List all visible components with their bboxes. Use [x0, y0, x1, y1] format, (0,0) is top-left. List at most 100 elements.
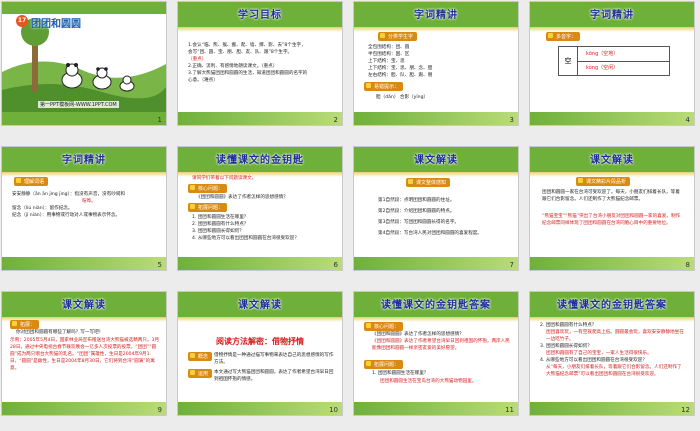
section-tag: 拓展问题： [188, 203, 228, 212]
slide-thumbnail-6[interactable]: 读懂课文的金钥匙 请同学们带着以下问题读课文。 核心问题： 《团团和圆圆》表达了… [178, 147, 342, 270]
section-tag: 核心问题： [364, 322, 404, 331]
slide-bottom-band [530, 257, 694, 270]
section-tag: 核心问题： [188, 184, 228, 193]
question-item: 1. 团团和圆圆生活在哪里？ [192, 215, 249, 220]
section-tag: 理解词语 [14, 177, 49, 186]
slide-number: 6 [333, 261, 338, 269]
concept-text: 借物抒情是一种通过描写事物来表达自己的思想感情的写作方法。 [214, 353, 334, 365]
core-question: 《团团和圆圆》表达了作者怎样的思想感情？ [372, 332, 464, 337]
paragraph-summary: 第2自然段：介绍团团和圆圆的特点。 [378, 209, 455, 214]
intro-text: 请同学们带着以下问题读课文。 [192, 176, 257, 181]
slide-thumbnail-1[interactable]: 17 团团和圆圆 第一PPT模板网-WWW.1PPT.COM 1 [2, 2, 166, 125]
core-answer: 《团团和圆圆》表达了作者希望台湾早日回到祖国的怀抱，两岸人民能像团团和圆圆一样亲… [372, 339, 510, 351]
structure-row: 上下结构：宝、思、朋、念、胆 [368, 66, 433, 71]
structure-row: 上下结构：宝、思 [368, 59, 405, 64]
answer-item: 团团和圆圆生活在宝岛台湾的大熊猫动物园里。 [380, 379, 477, 384]
slide-thumbnail-11[interactable]: 读懂课文的金钥匙答案 核心问题： 《团团和圆圆》表达了作者怎样的思想感情？ 《团… [354, 292, 518, 415]
goal-line: 3.了解大熊猫团团和圆圆的生活，知道团团和圆圆的名字的 [188, 71, 308, 76]
slide-thumbnail-9[interactable]: 课文解读 拓展： 你对团团和圆圆有哪些了解吗？写一写吧！ 示例：2005年5月4… [2, 292, 166, 415]
slide-thumbnail-10[interactable]: 课文解读 阅读方法解密：借物抒情 概念 借物抒情是一种通过描写事物来表达自己的思… [178, 292, 342, 415]
reading-row: kòng（空闲） [586, 65, 619, 71]
section-tag: 概念 [188, 352, 213, 361]
method-headline: 阅读方法解密：借物抒情 [216, 337, 304, 346]
section-tag: 运用 [188, 369, 213, 378]
paragraph-summary: 第4自然段：写台湾人民对团团和圆圆的喜爱程度。 [378, 231, 482, 236]
slide-bottom-band [178, 257, 342, 270]
character-structure-list: 全包围结构：团、圆 半包围结构：国、区 上下结构：宝、思 上下结构：宝、思、朋、… [368, 44, 432, 79]
slide-number: 10 [329, 406, 338, 414]
section-tag: 拓展问题： [364, 360, 404, 369]
slide-bottom-band [530, 112, 694, 125]
question-item: 2. 团团和圆圆有什么特点？ [540, 323, 597, 328]
slide-bottom-band [178, 402, 342, 415]
question-item: 4. 从哪些地方可以看出团团和圆圆在台湾很受欢迎？ [192, 236, 299, 241]
slide-bottom-band [2, 402, 166, 415]
slide-title: 字词精讲 [414, 10, 458, 21]
slide-title: 课文解读 [414, 155, 458, 166]
slide-number: 4 [685, 116, 690, 124]
goal-line: 2.正确、流利、有感情地朗读课文。（重点） [188, 64, 278, 69]
slide-bottom-band [530, 402, 694, 415]
slide-title: 读懂课文的金钥匙 [216, 155, 304, 166]
answer-item: 团团喜欢玩，一有空就爬高上低。圆圆最会玩，喜欢安安静静地坐在一边吃竹子。 [546, 330, 684, 342]
slide-title: 课文解读 [62, 300, 106, 311]
slide-title: 字词精讲 [590, 10, 634, 21]
slide-title: 课文解读 [238, 300, 282, 311]
paragraph-summary: 第1自然段：点明团团和圆圆的住址。 [378, 198, 455, 203]
vocab-line: 留念（liú niàn）：留作纪念。 [12, 206, 73, 211]
pinyin-line: 胆（dǎn） 合影（yǐng） [376, 95, 429, 100]
excerpt-paragraph: 团团和圆圆一家在台湾可受欢迎了。每天，小朋友们排着长队，等着跟它们合影留念。人们… [542, 190, 680, 202]
slide-title: 课文解读 [590, 155, 634, 166]
slide-number: 3 [509, 116, 514, 124]
slide-title: 学习目标 [238, 10, 282, 21]
polyphone-table: 空 kōng（空地） kòng（空闲） [558, 46, 670, 76]
lesson-number-badge: 17 [16, 15, 28, 27]
slide-bottom-band [2, 257, 166, 270]
slide-number: 11 [505, 406, 514, 414]
qa-list: 2. 团团和圆圆有什么特点？ 团团喜欢玩，一有空就爬高上低。圆圆最会玩，喜欢安安… [540, 322, 686, 378]
slide-number: 5 [157, 261, 162, 269]
question-item: 3. 团团和圆圆长得如何？ [540, 344, 592, 349]
slide-bottom-band [354, 402, 518, 415]
paragraph-summary: 第3自然段：写团团和圆圆长得的名字。 [378, 220, 460, 225]
core-question: 《团团和圆圆》表达了作者怎样的思想感情？ [196, 195, 288, 200]
slide-thumbnail-8[interactable]: 课文解读 课文精彩片段品析 团团和圆圆一家在台湾可受欢迎了。每天，小朋友们排着长… [530, 147, 694, 270]
slide-thumbnail-12[interactable]: 读懂课文的金钥匙答案 2. 团团和圆圆有什么特点？ 团团喜欢玩，一有空就爬高上低… [530, 292, 694, 415]
section-tag: 分类学生字 [378, 32, 418, 41]
section-tag: 多音字： [546, 32, 581, 41]
section-tag: 课文精彩片段品析 [576, 177, 631, 186]
slide-thumbnail-5[interactable]: 字词精讲 理解词语 安安静静（ān ān jìng jìng）：指没有声音，没有… [2, 147, 166, 270]
slide-thumbnail-2[interactable]: 学习目标 1.会认“临、熊、猴、搬、爬、墙、撑、影、去”8个生字， 会写“团、圆… [178, 2, 342, 125]
slide-thumbnail-4[interactable]: 字词精讲 多音字： 空 kōng（空地） kòng（空闲） 4 [530, 2, 694, 125]
slide-number: 2 [333, 116, 338, 124]
extension-question: 你对团团和圆圆有哪些了解吗？写一写吧！ [16, 330, 104, 335]
section-tag: 易错提示： [364, 82, 404, 91]
slide-thumbnail-7[interactable]: 课文解读 课文整体感知 第1自然段：点明团团和圆圆的住址。 第2自然段：介绍团团… [354, 147, 518, 270]
reading-row: kōng（空地） [578, 47, 669, 62]
goal-line: （重点） [188, 57, 207, 62]
slide-number: 8 [685, 261, 690, 269]
goal-line: 心意。（难点） [188, 78, 218, 83]
slide-number: 7 [509, 261, 514, 269]
structure-row: 左右结构：胆、队、胆、跟、朋 [368, 73, 433, 78]
vocab-line: 喧哗。 [82, 199, 96, 204]
vocab-line: 纪念（jì niàn）：用事物或行动对人或事物表示怀念。 [12, 213, 121, 218]
slide-number: 9 [157, 406, 162, 414]
slide-thumbnail-3[interactable]: 字词精讲 分类学生字 全包围结构：团、圆 半包围结构：国、区 上下结构：宝、思 … [354, 2, 518, 125]
slide-number: 12 [681, 406, 690, 414]
slide-bottom-band [178, 112, 342, 125]
answer-item: 从“每天，小朋友们排着长队，等着跟它们合影留念。人们还制作了大熊猫纪念邮票”可以… [546, 365, 682, 377]
goal-list: 1.会认“临、熊、猴、搬、爬、墙、撑、影、去”8个生字， 会写“团、圆、宝、朋、… [188, 42, 338, 84]
section-tag: 课文整体感知 [406, 178, 451, 187]
answer-item: 团团和圆圆有了自己的宝宝，一家人生活得很快乐。 [546, 351, 652, 356]
analysis-paragraph: “熊猫宝宝”“熊猫”突出了台湾小朋友对团团和圆圆一家的喜爱。制作纪念邮票同样体现… [542, 214, 681, 226]
slide-bottom-band [354, 257, 518, 270]
goal-line: 会写“团、圆、宝、朋、胆、友、队、跟”8个生字。 [188, 50, 293, 55]
section-tag: 拓展： [10, 320, 40, 329]
vocab-line: 安安静静（ān ān jìng jìng）：指没有声音，没有吵闹和 [12, 192, 125, 197]
slide-title: 读懂课文的金钥匙答案 [557, 300, 667, 311]
slide-footer-text: 第一PPT模板网-WWW.1PPT.COM [38, 101, 119, 108]
structure-row: 半包围结构：国、区 [368, 52, 410, 57]
question-list: 1. 团团和圆圆生活在哪里？ 2. 团团和圆圆有什么特点？ 3. 团团和圆圆长得… [192, 214, 299, 242]
slide-title: 字词精讲 [62, 155, 106, 166]
